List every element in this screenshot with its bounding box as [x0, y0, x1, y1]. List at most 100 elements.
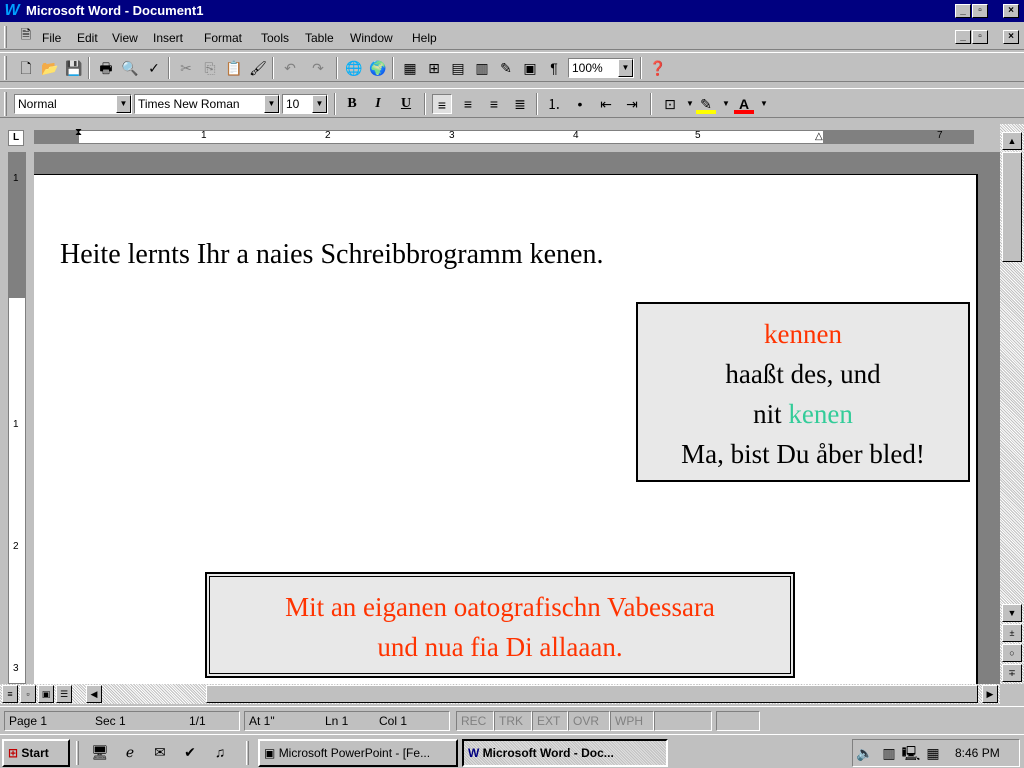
toolbar-grip[interactable] — [4, 56, 7, 80]
align-center-icon[interactable]: ≡ — [458, 94, 478, 114]
minimize-button[interactable]: _ — [955, 4, 971, 18]
font-select[interactable]: Times New Roman ▼ — [134, 94, 280, 114]
increase-indent-icon[interactable]: ⇥ — [622, 94, 642, 114]
body-text-line[interactable]: Heite lernts Ihr a naies Schreibbrogramm… — [60, 239, 603, 271]
menu-window[interactable]: Window — [350, 31, 393, 45]
scroll-right-icon[interactable]: ▶ — [982, 685, 998, 703]
status-trk[interactable]: TRK — [494, 711, 532, 731]
volume-icon[interactable]: 🔈 — [855, 743, 875, 763]
bold-button[interactable]: B — [342, 94, 362, 114]
decrease-indent-icon[interactable]: ⇤ — [596, 94, 616, 114]
paste-icon[interactable]: 📋 — [224, 58, 244, 78]
right-indent-marker[interactable]: △ — [815, 131, 823, 142]
print-icon[interactable]: 🖶 — [96, 58, 116, 78]
italic-button[interactable]: I — [368, 94, 388, 114]
tab-stop-selector[interactable]: L — [8, 130, 24, 146]
align-right-icon[interactable]: ≡ — [484, 94, 504, 114]
font-size-select[interactable]: 10 ▼ — [282, 94, 328, 114]
align-left-icon[interactable]: ≡ — [432, 94, 452, 114]
tray-app-icon[interactable]: ▥ — [879, 743, 899, 763]
left-indent-marker[interactable]: ⧗ — [75, 127, 82, 138]
scroll-up-icon[interactable]: ▲ — [1002, 132, 1022, 150]
menu-table[interactable]: Table — [305, 31, 334, 45]
show-hide-icon[interactable]: ¶ — [544, 58, 564, 78]
insert-table-icon[interactable]: ⊞ — [424, 58, 444, 78]
copy-icon[interactable]: ⎘ — [200, 58, 220, 78]
status-wph[interactable]: WPH — [610, 711, 654, 731]
hscroll-thumb[interactable] — [206, 685, 978, 703]
web-toolbar-icon[interactable]: 🌐 — [344, 58, 364, 78]
justify-icon[interactable]: ≣ — [510, 94, 530, 114]
vertical-scrollbar[interactable]: ▲ ▼ ± ○ ∓ — [1000, 124, 1024, 684]
help-icon[interactable]: ❓ — [648, 58, 668, 78]
horizontal-scrollbar[interactable]: ≡ ▫ ▣ ☰ ◀ ▶ — [0, 684, 1000, 704]
horizontal-ruler[interactable]: L ⧗ △ 1 2 3 4 5 7 — [0, 124, 1000, 152]
internet-explorer-icon[interactable]: ℯ — [120, 742, 140, 762]
chevron-down-icon[interactable]: ▼ — [716, 94, 736, 114]
columns-icon[interactable]: ▥ — [472, 58, 492, 78]
spelling-icon[interactable]: ✓ — [144, 58, 164, 78]
tables-borders-icon[interactable]: ▦ — [400, 58, 420, 78]
web-layout-icon[interactable]: ▫ — [20, 685, 36, 703]
menu-format[interactable]: Format — [204, 31, 242, 45]
close-button[interactable]: × — [1003, 4, 1019, 18]
display-icon[interactable]: ▦ — [923, 743, 943, 763]
save-icon[interactable]: 💾 — [64, 58, 84, 78]
ruler-strip[interactable]: ⧗ △ 1 2 3 4 5 7 — [34, 127, 974, 144]
menu-tools[interactable]: Tools — [261, 31, 289, 45]
word-app-icon[interactable]: W — [3, 2, 21, 20]
normal-view-icon[interactable]: ≡ — [2, 685, 18, 703]
doc-restore-button[interactable]: ▫ — [972, 30, 988, 44]
start-button[interactable]: ⊞ Start — [2, 739, 70, 767]
chevron-down-icon[interactable]: ▼ — [754, 94, 774, 114]
print-preview-icon[interactable]: 🔍 — [120, 58, 140, 78]
font-color-icon[interactable]: A — [734, 94, 754, 114]
next-page-icon[interactable]: ∓ — [1002, 664, 1022, 682]
status-ovr[interactable]: OVR — [568, 711, 610, 731]
open-folder-icon[interactable]: 📂 — [40, 58, 60, 78]
task-word[interactable]: W Microsoft Word - Doc... — [462, 739, 668, 767]
undo-icon[interactable]: ↶ — [280, 58, 300, 78]
menu-view[interactable]: View — [112, 31, 138, 45]
doc-close-button[interactable]: × — [1003, 30, 1019, 44]
toolbar-grip[interactable] — [4, 92, 7, 116]
show-desktop-icon[interactable]: 🖥 — [90, 742, 110, 762]
style-select[interactable]: Normal ▼ — [14, 94, 132, 114]
channels-icon[interactable]: ✔ — [180, 742, 200, 762]
outline-view-icon[interactable]: ☰ — [56, 685, 72, 703]
scroll-down-icon[interactable]: ▼ — [1002, 604, 1022, 622]
menu-file[interactable]: File — [42, 31, 61, 45]
clock[interactable]: 8:46 PM — [955, 746, 1000, 760]
status-rec[interactable]: REC — [456, 711, 494, 731]
menu-grip[interactable] — [4, 26, 7, 48]
document-icon[interactable]: 🗎 — [16, 25, 36, 45]
menu-insert[interactable]: Insert — [153, 31, 183, 45]
outlook-express-icon[interactable]: ✉ — [150, 742, 170, 762]
select-browse-object-icon[interactable]: ○ — [1002, 644, 1022, 662]
title-bar[interactable]: W Microsoft Word - Document1 _ ▫ × — [0, 0, 1024, 22]
cut-icon[interactable]: ✂ — [176, 58, 196, 78]
insert-excel-icon[interactable]: ▤ — [448, 58, 468, 78]
text-box-definition[interactable]: kennen haaßt des, und nit kenen Ma, bist… — [636, 302, 970, 482]
format-painter-icon[interactable]: 🖌 — [248, 58, 268, 78]
numbering-icon[interactable]: ⒈ — [544, 94, 564, 114]
maximize-button[interactable]: ▫ — [972, 4, 988, 18]
highlight-icon[interactable]: ✎ — [696, 94, 716, 114]
text-box-slogan[interactable]: Mit an eiganen oatografischn Vabessara u… — [205, 572, 795, 678]
document-map-icon[interactable]: ▣ — [520, 58, 540, 78]
bullets-icon[interactable]: • — [570, 94, 590, 114]
vertical-ruler[interactable]: 1 1 2 3 — [8, 152, 26, 684]
quick-launch-app-icon[interactable]: ♫ — [210, 742, 230, 762]
scroll-left-icon[interactable]: ◀ — [86, 685, 102, 703]
quick-launch-grip[interactable] — [76, 741, 79, 765]
task-powerpoint[interactable]: ▣ Microsoft PowerPoint - [Fe... — [258, 739, 458, 767]
taskbar-grip[interactable] — [246, 741, 249, 765]
scroll-thumb[interactable] — [1002, 152, 1022, 262]
redo-icon[interactable]: ↷ — [308, 58, 328, 78]
zoom-select[interactable]: 100% ▼ — [568, 58, 634, 78]
new-document-icon[interactable]: 🗋 — [16, 58, 36, 78]
menu-help[interactable]: Help — [412, 31, 437, 45]
menu-edit[interactable]: Edit — [77, 31, 98, 45]
hyperlink-icon[interactable]: 🌍 — [368, 58, 388, 78]
chevron-down-icon[interactable]: ▼ — [618, 59, 633, 77]
